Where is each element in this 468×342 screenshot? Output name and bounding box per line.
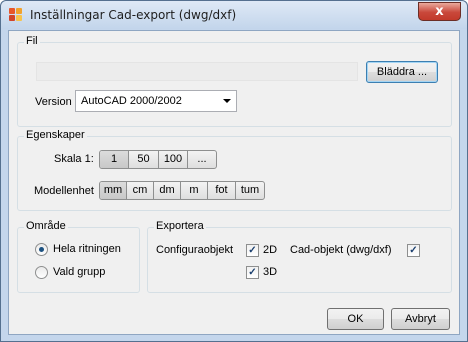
cad-objects-label: Cad-objekt (dwg/dxf)	[290, 244, 392, 256]
check-icon: ✓	[409, 245, 418, 256]
unit-selector: mm cm dm m fot tum	[99, 181, 265, 200]
scale-label: Skala 1:	[54, 153, 94, 165]
checkbox-2d[interactable]: ✓	[246, 244, 259, 257]
unit-option-tum[interactable]: tum	[236, 182, 264, 199]
dialog-window: Inställningar Cad-export (dwg/dxf) x Fil…	[0, 0, 468, 342]
version-select-value: AutoCAD 2000/2002	[81, 95, 182, 107]
app-icon	[9, 8, 23, 22]
checkbox-3d[interactable]: ✓	[246, 266, 259, 279]
unit-option-fot[interactable]: fot	[208, 182, 236, 199]
scale-option-more[interactable]: ...	[188, 151, 216, 168]
unit-label: Modellenhet	[34, 185, 94, 197]
ok-button[interactable]: OK	[327, 308, 384, 330]
checkbox-cad-objects[interactable]: ✓	[407, 244, 420, 257]
cancel-button[interactable]: Avbryt	[391, 308, 450, 330]
radio-selected-group-label[interactable]: Vald grupp	[53, 266, 105, 278]
scale-option-100[interactable]: 100	[159, 151, 188, 168]
close-button[interactable]: x	[418, 2, 461, 21]
check-icon: ✓	[248, 245, 257, 256]
checkbox-2d-label[interactable]: 2D	[263, 244, 277, 256]
unit-option-dm[interactable]: dm	[154, 182, 181, 199]
title-bar[interactable]: Inställningar Cad-export (dwg/dxf) x	[1, 1, 467, 29]
properties-group-title: Egenskaper	[24, 129, 87, 141]
scale-selector: 1 50 100 ...	[99, 150, 217, 169]
window-title: Inställningar Cad-export (dwg/dxf)	[30, 8, 237, 22]
chevron-down-icon	[223, 99, 231, 103]
close-icon: x	[435, 4, 444, 19]
file-group: Fil Bläddra ... Version AutoCAD 2000/200…	[17, 35, 452, 127]
area-group-title: Område	[24, 220, 68, 232]
export-group-title: Exportera	[154, 220, 206, 232]
check-icon: ✓	[248, 267, 257, 278]
scale-option-1[interactable]: 1	[100, 151, 129, 168]
scale-option-50[interactable]: 50	[129, 151, 159, 168]
radio-selected-group[interactable]	[35, 266, 48, 279]
area-group: Område Hela ritningen Vald grupp	[17, 220, 140, 293]
file-path-field[interactable]	[36, 62, 358, 81]
unit-option-m[interactable]: m	[181, 182, 208, 199]
checkbox-3d-label[interactable]: 3D	[263, 266, 277, 278]
config-objects-label: Configuraobjekt	[156, 244, 234, 256]
unit-option-mm[interactable]: mm	[100, 182, 127, 199]
version-label: Version	[35, 96, 72, 108]
dialog-body: Fil Bläddra ... Version AutoCAD 2000/200…	[8, 30, 460, 335]
version-select[interactable]: AutoCAD 2000/2002	[75, 90, 237, 112]
file-group-title: Fil	[24, 35, 40, 47]
browse-button[interactable]: Bläddra ...	[366, 61, 438, 83]
radio-whole-drawing-label[interactable]: Hela ritningen	[53, 243, 121, 255]
unit-option-cm[interactable]: cm	[127, 182, 154, 199]
radio-whole-drawing[interactable]	[35, 243, 48, 256]
properties-group: Egenskaper Skala 1: 1 50 100 ... Modelle…	[17, 129, 452, 211]
export-group: Exportera Configuraobjekt ✓ 2D ✓ 3D Cad-…	[147, 220, 452, 293]
